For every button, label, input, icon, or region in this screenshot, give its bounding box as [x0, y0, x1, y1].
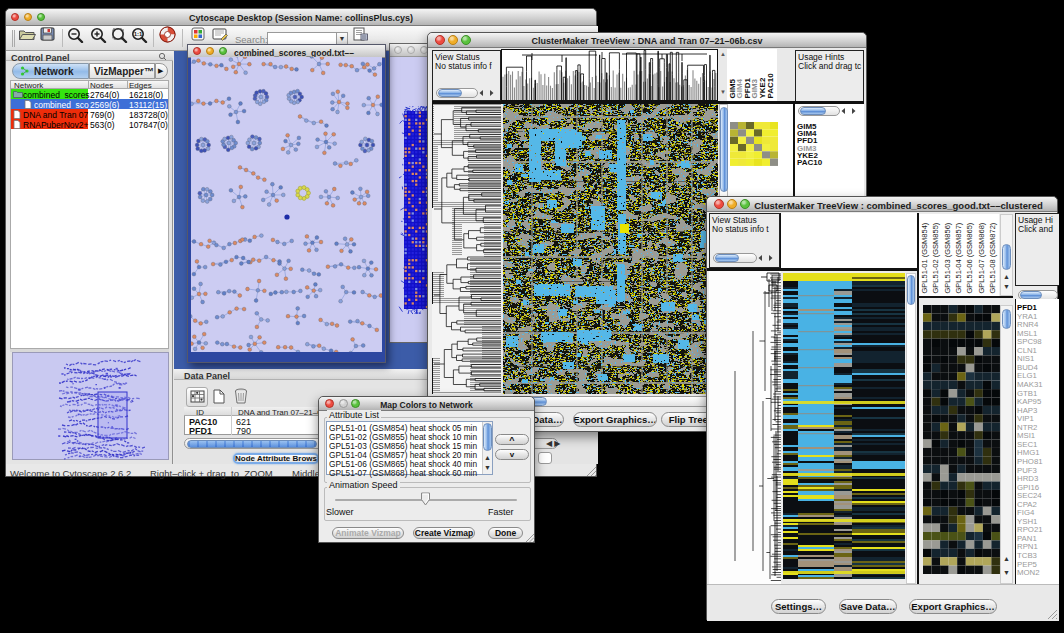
svg-text:1:1: 1:1: [134, 31, 143, 37]
